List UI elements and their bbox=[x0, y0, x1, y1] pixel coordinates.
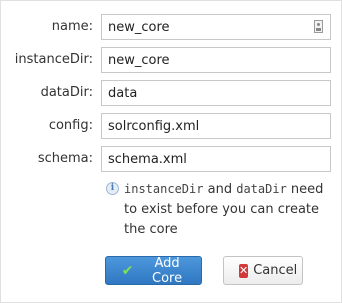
field-row-datadir: dataDir: bbox=[1, 80, 342, 106]
info-icon: i bbox=[106, 182, 119, 195]
datadir-input[interactable] bbox=[101, 80, 331, 106]
field-row-config: config: bbox=[1, 113, 342, 139]
info-code-instancedir: instanceDir bbox=[124, 182, 204, 196]
schema-label: schema: bbox=[37, 151, 93, 166]
name-input[interactable] bbox=[101, 14, 331, 40]
field-row-name: name: bbox=[1, 14, 342, 40]
instancedir-label: instanceDir: bbox=[14, 52, 93, 67]
contact-card-icon[interactable] bbox=[314, 20, 323, 33]
field-row-instancedir: instanceDir: bbox=[1, 47, 342, 73]
info-text-and: and bbox=[203, 182, 237, 197]
field-row-schema: schema: bbox=[1, 146, 342, 172]
close-icon: ✕ bbox=[239, 263, 249, 278]
info-message: instanceDir and dataDir need to exist be… bbox=[124, 179, 324, 240]
config-label: config: bbox=[48, 118, 93, 133]
info-code-datadir: dataDir bbox=[236, 182, 287, 196]
checkmark-icon: ✔ bbox=[121, 262, 134, 279]
config-input[interactable] bbox=[101, 113, 331, 139]
cancel-button[interactable]: ✕ Cancel bbox=[223, 256, 303, 285]
add-core-dialog: name: instanceDir: dataDir: config: sche… bbox=[0, 0, 342, 303]
schema-input[interactable] bbox=[101, 146, 331, 172]
cancel-label: Cancel bbox=[253, 263, 298, 278]
name-label: name: bbox=[51, 19, 93, 34]
datadir-label: dataDir: bbox=[40, 85, 93, 100]
add-core-label: Add Core bbox=[152, 255, 183, 286]
instancedir-input[interactable] bbox=[101, 47, 331, 73]
add-core-button[interactable]: ✔ Add Core bbox=[105, 255, 202, 286]
